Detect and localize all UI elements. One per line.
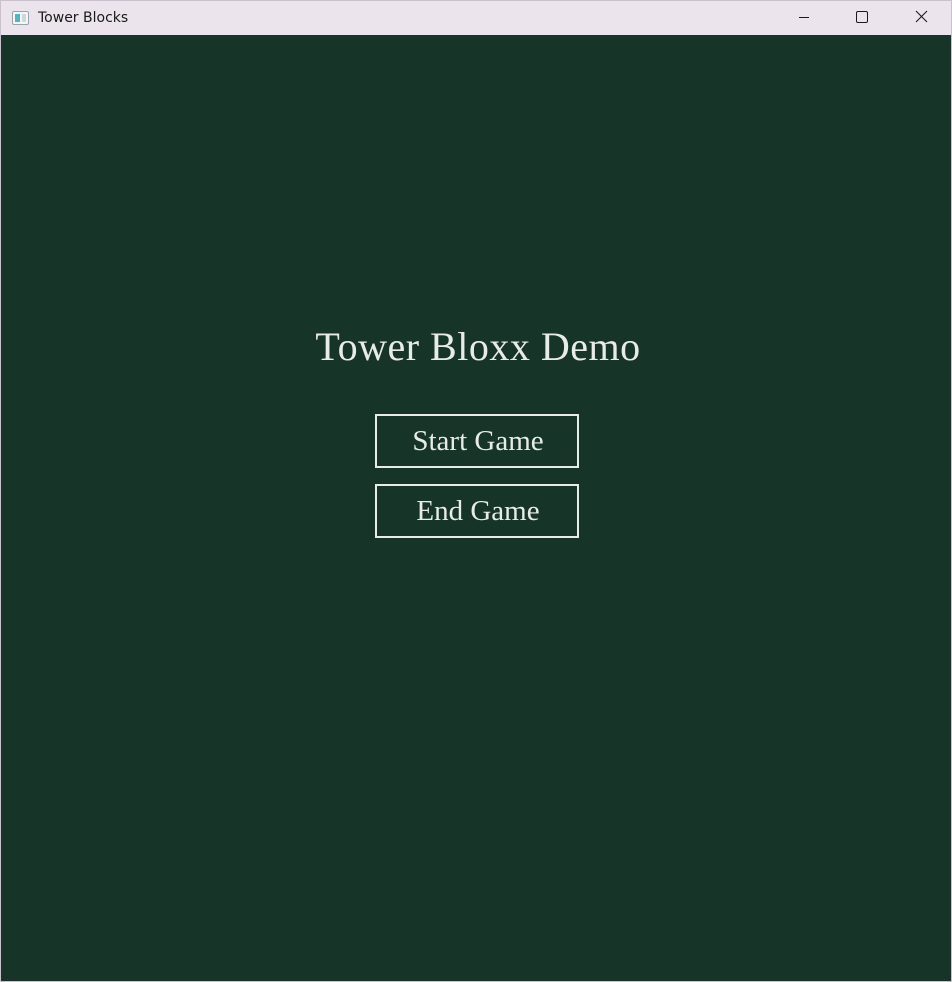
minimize-button[interactable]: [775, 1, 833, 34]
game-title: Tower Bloxx Demo: [315, 324, 641, 369]
window-title: Tower Blocks: [38, 10, 129, 26]
end-game-button[interactable]: End Game: [375, 484, 579, 538]
close-icon: [915, 8, 928, 27]
maximize-icon: [856, 8, 868, 27]
maximize-button[interactable]: [833, 1, 891, 34]
app-icon: [12, 10, 29, 25]
close-button[interactable]: [892, 1, 950, 34]
minimize-icon: [798, 8, 810, 27]
start-game-button[interactable]: Start Game: [375, 414, 579, 468]
start-game-label: Start Game: [412, 425, 544, 457]
game-canvas[interactable]: Tower Bloxx Demo Start Game End Game: [1, 35, 951, 981]
end-game-label: End Game: [416, 495, 540, 527]
app-window: Tower Blocks Tower Bloxx Demo Start Game…: [0, 0, 952, 982]
title-bar[interactable]: Tower Blocks: [1, 1, 951, 35]
